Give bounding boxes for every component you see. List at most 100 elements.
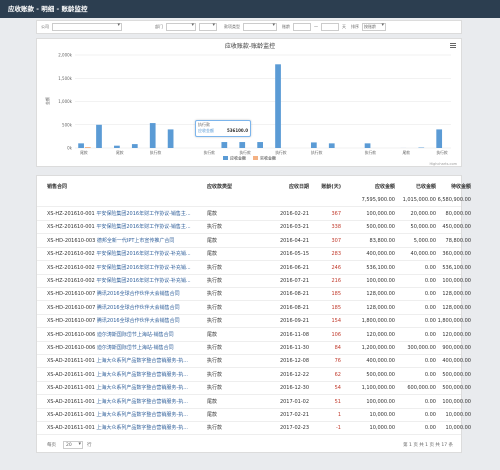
date-cell: 2016-08-21: [279, 304, 309, 311]
table-row[interactable]: XS-HD-201610-006 迪尔涛斯国际岱节上海站-销售合同 执行款 2016…: [37, 343, 471, 355]
y-tick-label: 1,000k: [58, 99, 72, 104]
contract-desc[interactable]: 腾讯2016全球合作伙伴大会销售合同: [97, 291, 180, 297]
table-row[interactable]: XS-HZ-201610-002 平安保险集团2016年财工作协议-补充销...…: [37, 249, 471, 262]
bar: [96, 124, 102, 148]
contract-cell[interactable]: XS-AD-201611-001 上海大众系列产品数字整合营销服务-执...: [47, 423, 197, 433]
contract-desc[interactable]: 平安保险集团2016年财工作协议-销售主...: [96, 211, 190, 217]
contract-cell[interactable]: XS-AD-201611-001 上海大众系列产品数字整合营销服务-执...: [47, 397, 197, 407]
department-sub-select[interactable]: [199, 22, 217, 31]
contract-cell[interactable]: XS-AD-201611-001 上海大众系列产品数字整合营销服务-执...: [47, 410, 197, 420]
contract-cell[interactable]: XS-HD-201610-003 德邦全新一代IPT上市宣传推广合同: [47, 236, 197, 246]
department-select[interactable]: [166, 22, 196, 31]
contract-cell[interactable]: XS-HD-201610-007 腾讯2016全球合作伙伴大会销售合同: [47, 316, 197, 326]
pending-cell: 900,000.00: [442, 345, 471, 351]
header-contract[interactable]: 销售合同: [47, 182, 197, 192]
contract-desc[interactable]: 上海大众系列产品数字整合营销服务-执...: [96, 425, 188, 431]
chart-panel: 应收账款-账龄监控 0k 500k 1,000k 1,500k 2,000k 金额 尾款 尾款 执…: [36, 38, 462, 167]
table-row[interactable]: XS-HD-201610-003 德邦全新一代IPT上市宣传推广合同 尾款 2016…: [37, 236, 471, 248]
x-tick-label: 尾款: [402, 150, 410, 155]
contract-desc[interactable]: 平安保险集团2016年财工作协议-补充销...: [96, 251, 190, 257]
date-cell: 2016-09-21: [279, 318, 309, 325]
aging-max-input[interactable]: [321, 23, 339, 31]
aging-unit: 天: [342, 24, 346, 29]
contract-code: XS-HD-201610-003: [47, 237, 96, 244]
contract-cell[interactable]: XS-HZ-201610-002 平安保险集团2016年财工作协议-补充销...: [47, 263, 197, 273]
x-tick-label: 执行款: [311, 150, 323, 155]
date-cell: 2016-04-21: [279, 237, 309, 244]
header-date[interactable]: 应收日期: [237, 182, 309, 192]
contract-desc[interactable]: 德邦全新一代IPT上市宣传推广合同: [97, 238, 175, 244]
date-cell: 2016-08-21: [279, 291, 309, 298]
contract-cell[interactable]: XS-AD-201611-001 上海大众系列产品数字整合营销服务-执...: [47, 370, 197, 380]
pending-cell: 120,000.00: [442, 331, 471, 338]
contract-cell[interactable]: XS-HZ-201610-002 平安保险集团2016年财工作协议-补充销...: [47, 276, 197, 286]
table-row[interactable]: XS-AD-201611-001 上海大众系列产品数字整合营销服务-执... 执行…: [37, 423, 471, 436]
contract-cell[interactable]: XS-HZ-201610-001 平安保险集团2016年财工作协议-销售主...: [47, 209, 197, 219]
contract-desc[interactable]: 迪尔涛斯国际岱节上海站-销售合同: [97, 345, 174, 351]
contract-cell[interactable]: XS-HD-201610-006 迪尔涛斯国际岱节上海站-销售合同: [47, 330, 197, 340]
bar: [436, 129, 443, 148]
contract-desc[interactable]: 腾讯2016全球合作伙伴大会销售合同: [97, 305, 180, 311]
table-row[interactable]: XS-HD-201610-007 腾讯2016全球合作伙伴大会销售合同 执行款 20…: [37, 303, 471, 315]
contract-cell[interactable]: XS-HD-201610-007 腾讯2016全球合作伙伴大会销售合同: [47, 289, 197, 299]
legend-label: 实收金额: [260, 155, 276, 161]
contract-desc[interactable]: 迪尔涛斯国际岱节上海站-销售合同: [97, 332, 174, 338]
table-row[interactable]: XS-HD-201610-007 腾讯2016全球合作伙伴大会销售合同 执行款 20…: [37, 289, 471, 302]
contract-desc[interactable]: 上海大众系列产品数字整合营销服务-执...: [96, 385, 188, 391]
contract-desc[interactable]: 上海大众系列产品数字整合营销服务-执...: [96, 372, 188, 378]
table-row[interactable]: XS-HD-201610-007 腾讯2016全球合作伙伴大会销售合同 执行款 20…: [37, 316, 471, 329]
department-label: 部门: [155, 24, 163, 29]
bar: [364, 143, 371, 148]
table-row[interactable]: XS-AD-201611-001 上海大众系列产品数字整合营销服务-执... 执行…: [37, 356, 471, 369]
table-row[interactable]: XS-HZ-201610-001 平安保险集团2016年财工作协议-销售主...…: [37, 209, 471, 221]
table-row[interactable]: XS-AD-201611-001 上海大众系列产品数字整合营销服务-执... 执行…: [37, 383, 471, 396]
pager-status: 第 1 页 共 1 页 共 17 条: [403, 443, 453, 448]
contract-desc[interactable]: 上海大众系列产品数字整合营销服务-执...: [96, 399, 188, 405]
filter-bar: 公司 部门 款项类型 账龄 一 天 排序 按账龄: [36, 20, 462, 34]
x-tick-label: 尾款: [116, 150, 124, 155]
table-row[interactable]: XS-AD-201611-001 上海大众系列产品数字整合营销服务-执... 尾款…: [37, 397, 471, 409]
y-tick-label: 500k: [62, 122, 73, 127]
contract-code: XS-AD-201611-001: [47, 358, 95, 365]
x-tick-label: 执行款: [275, 150, 287, 155]
contract-cell[interactable]: XS-HD-201610-007 腾讯2016全球合作伙伴大会销售合同: [47, 303, 197, 313]
contract-desc[interactable]: 平安保险集团2016年财工作协议-销售主...: [96, 224, 190, 230]
contract-cell[interactable]: XS-HZ-201610-002 平安保险集团2016年财工作协议-补充销...: [47, 249, 197, 259]
pending-cell: 10,000.00: [445, 412, 471, 418]
bar: [149, 123, 156, 148]
contract-cell[interactable]: XS-HZ-201610-001 平安保险集团2016年财工作协议-销售主...: [47, 222, 197, 232]
bar: [78, 143, 84, 148]
date-cell: 2016-12-08: [279, 358, 309, 365]
company-select[interactable]: [52, 22, 122, 31]
contract-cell[interactable]: XS-HD-201610-006 迪尔涛斯国际岱节上海站-销售合同: [47, 343, 197, 353]
contract-desc[interactable]: 平安保险集团2016年财工作协议-补充销...: [96, 278, 190, 284]
total-pending: 6,580,900.00: [437, 197, 471, 203]
contract-cell[interactable]: XS-AD-201611-001 上海大众系列产品数字整合营销服务-执...: [47, 356, 197, 366]
table-row[interactable]: XS-HD-201610-006 迪尔涛斯国际岱节上海站-销售合同 尾款 2016-…: [37, 330, 471, 342]
header-pending[interactable]: 待收金额: [421, 182, 471, 192]
table-row[interactable]: XS-HZ-201610-002 平安保险集团2016年财工作协议-补充销...…: [37, 276, 471, 288]
table-row[interactable]: XS-HZ-201610-001 平安保险集团2016年财工作协议-销售主...…: [37, 222, 471, 235]
x-tick-label: 尾款: [80, 150, 88, 155]
bar: [167, 129, 174, 148]
legend-label: 应收金额: [230, 155, 246, 161]
contract-desc[interactable]: 平安保险集团2016年财工作协议-补充销...: [96, 265, 190, 271]
contract-cell[interactable]: XS-AD-201611-001 上海大众系列产品数字整合营销服务-执...: [47, 383, 197, 393]
sort-select[interactable]: 按账龄: [362, 22, 386, 31]
bar: [221, 142, 228, 148]
table-row[interactable]: XS-HZ-201610-002 平安保险集团2016年财工作协议-补充销...…: [37, 263, 471, 275]
bar: [114, 145, 120, 148]
contract-desc[interactable]: 上海大众系列产品数字整合营销服务-执...: [96, 358, 188, 364]
contract-desc[interactable]: 上海大众系列产品数字整合营销服务-执...: [96, 412, 188, 418]
chart-menu-icon[interactable]: [450, 43, 456, 48]
pending-cell: 128,000.00: [442, 291, 471, 298]
table-row[interactable]: XS-AD-201611-001 上海大众系列产品数字整合营销服务-执... 执行…: [37, 370, 471, 382]
contract-code: XS-AD-201611-001: [47, 398, 95, 405]
contract-desc[interactable]: 腾讯2016全球合作伙伴大会销售合同: [97, 318, 180, 324]
type-select[interactable]: [243, 22, 277, 31]
date-cell: 2017-02-21: [279, 412, 309, 418]
aging-min-input[interactable]: [293, 23, 311, 31]
table-row[interactable]: XS-AD-201611-001 上海大众系列产品数字整合营销服务-执... 尾款…: [37, 410, 471, 422]
contract-code: XS-AD-201611-001: [47, 371, 95, 378]
per-page-select[interactable]: 20: [63, 441, 83, 449]
